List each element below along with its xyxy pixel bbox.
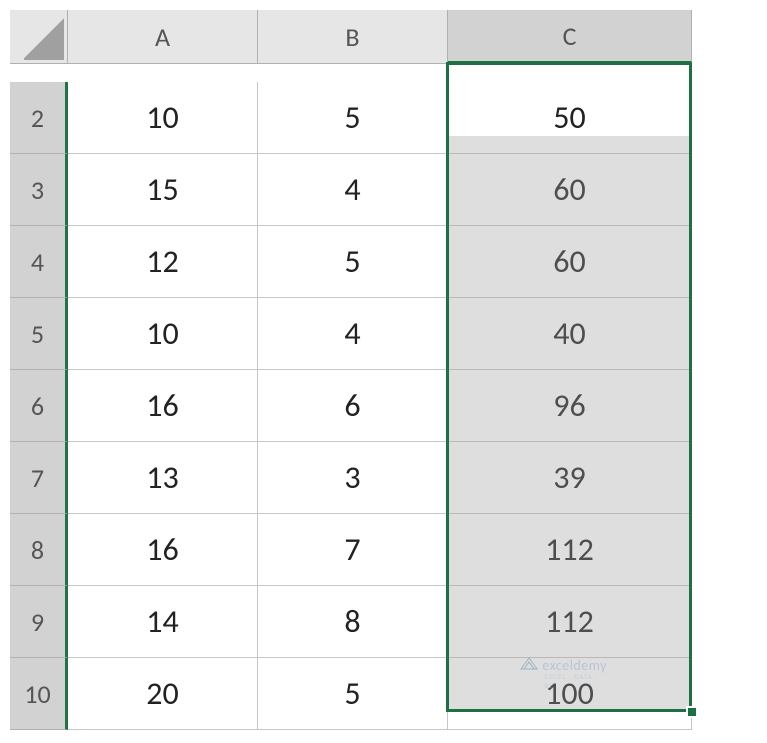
cell-B10[interactable]: 5 (258, 658, 448, 730)
cell-B4[interactable]: 5 (258, 226, 448, 298)
cell-A8[interactable]: 16 (68, 514, 258, 586)
cell-B6[interactable]: 6 (258, 370, 448, 442)
fill-handle[interactable] (686, 706, 698, 718)
cell-C8[interactable]: 112 (448, 514, 692, 586)
cell-A9[interactable]: 14 (68, 586, 258, 658)
row-header-9[interactable]: 9 (10, 586, 68, 658)
cell-C6[interactable]: 96 (448, 370, 692, 442)
row-header-3[interactable]: 3 (10, 154, 68, 226)
cell-C5[interactable]: 40 (448, 298, 692, 370)
col-header-C[interactable]: C (448, 10, 692, 64)
cell-A5[interactable]: 10 (68, 298, 258, 370)
cell-C2[interactable]: 50 (448, 82, 692, 154)
cell-C9[interactable]: 112 (448, 586, 692, 658)
row-header-6[interactable]: 6 (10, 370, 68, 442)
row-header-8[interactable]: 8 (10, 514, 68, 586)
cell-A10[interactable]: 20 (68, 658, 258, 730)
cell-C4[interactable]: 60 (448, 226, 692, 298)
cell-B9[interactable]: 8 (258, 586, 448, 658)
cell-C3[interactable]: 60 (448, 154, 692, 226)
select-all-corner[interactable] (10, 10, 68, 64)
cell-A4[interactable]: 12 (68, 226, 258, 298)
cell-A7[interactable]: 13 (68, 442, 258, 514)
row-header-4[interactable]: 4 (10, 226, 68, 298)
cell-B8[interactable]: 7 (258, 514, 448, 586)
cell-B3[interactable]: 4 (258, 154, 448, 226)
row-header-2[interactable]: 2 (10, 82, 68, 154)
cell-B2[interactable]: 5 (258, 82, 448, 154)
spreadsheet-grid: A B C 2 10 5 50 3 15 4 60 4 12 5 60 5 10… (10, 10, 757, 730)
cell-A6[interactable]: 16 (68, 370, 258, 442)
cell-C7[interactable]: 39 (448, 442, 692, 514)
row-header-5[interactable]: 5 (10, 298, 68, 370)
col-header-B[interactable]: B (258, 10, 448, 64)
col-header-A[interactable]: A (68, 10, 258, 64)
row-header-10[interactable]: 10 (10, 658, 68, 730)
cell-A3[interactable]: 15 (68, 154, 258, 226)
cell-B7[interactable]: 3 (258, 442, 448, 514)
row-header-7[interactable]: 7 (10, 442, 68, 514)
cell-A2[interactable]: 10 (68, 82, 258, 154)
cell-B5[interactable]: 4 (258, 298, 448, 370)
cell-C10[interactable]: 100 (448, 658, 692, 730)
